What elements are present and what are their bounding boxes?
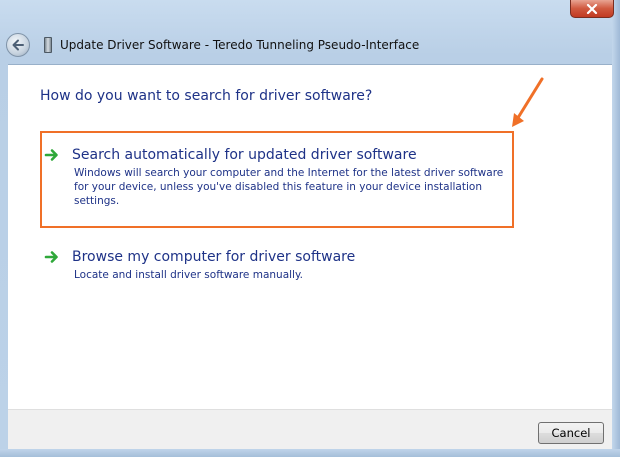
- window-frame-bottom: [0, 449, 620, 457]
- browse-computer-title: Browse my computer for driver software: [72, 249, 356, 265]
- cancel-button[interactable]: Cancel: [538, 422, 604, 444]
- device-icon: [44, 37, 52, 53]
- close-icon: [586, 3, 598, 14]
- search-automatically-title: Search automatically for updated driver …: [72, 147, 417, 163]
- page-heading: How do you want to search for driver sof…: [40, 88, 373, 104]
- green-arrow-icon: [44, 251, 58, 263]
- dialog-title-bar: Update Driver Software - Teredo Tunnelin…: [0, 28, 612, 62]
- window-frame-right: [612, 0, 620, 457]
- back-arrow-icon: [12, 39, 24, 51]
- close-button[interactable]: [570, 0, 614, 18]
- browse-computer-option[interactable]: Browse my computer for driver software L…: [44, 249, 514, 282]
- browse-computer-description: Locate and install driver software manua…: [74, 269, 304, 281]
- annotation-arrow-icon: [512, 77, 544, 127]
- search-automatically-option[interactable]: Search automatically for updated driver …: [44, 147, 514, 208]
- back-button[interactable]: [6, 33, 30, 57]
- dialog-title: Update Driver Software - Teredo Tunnelin…: [60, 38, 420, 52]
- dialog-footer: Cancel: [8, 409, 612, 450]
- green-arrow-icon: [44, 149, 58, 161]
- dialog-content: How do you want to search for driver sof…: [8, 64, 612, 410]
- search-automatically-description: Windows will search your computer and th…: [74, 167, 504, 207]
